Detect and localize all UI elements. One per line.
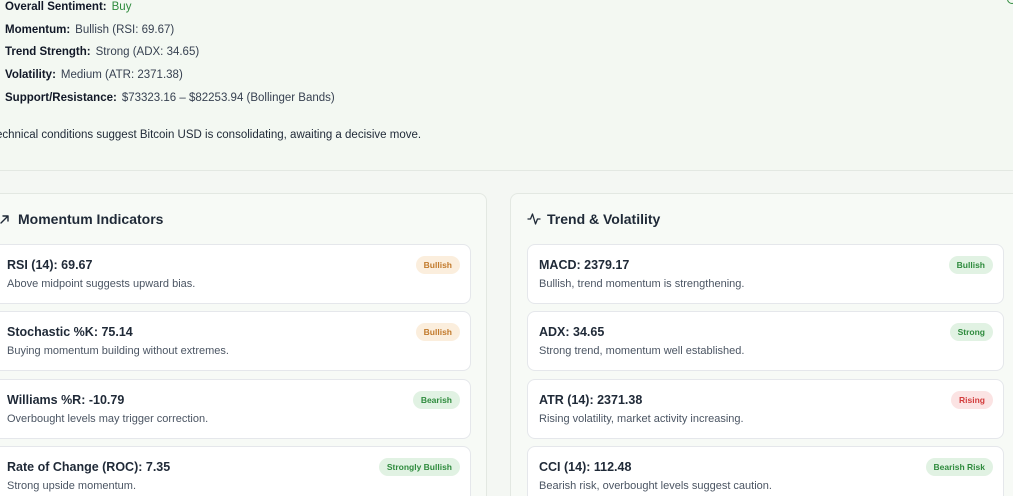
trend-strength-value: Strong (ADX: 34.65) [95, 46, 200, 58]
indicator-title: MACD: 2379.17 [539, 258, 630, 272]
indicator-card-adx: ADX: 34.65 Strong trend, momentum well e… [527, 311, 1004, 371]
indicator-description: Buying momentum building without extreme… [7, 345, 229, 357]
indicator-title: ATR (14): 2371.38 [539, 393, 643, 407]
momentum-label: Momentum: [5, 24, 71, 36]
indicator-card-macd: MACD: 2379.17 Bullish, trend momentum is… [527, 244, 1004, 304]
indicator-title: Rate of Change (ROC): 7.35 [7, 460, 171, 474]
support-resistance-value: $73323.16 – $82253.94 (Bollinger Bands) [121, 92, 335, 104]
status-badge: Strong [949, 323, 993, 341]
summary-conclusion: echnical conditions suggest Bitcoin USD … [0, 129, 422, 141]
section-divider [0, 170, 1013, 171]
momentum-row: Momentum: Bullish (RSI: 69.67) [5, 23, 174, 37]
status-badge: Bearish [412, 391, 460, 409]
indicator-card-rsi: RSI (14): 69.67 Above midpoint suggests … [0, 244, 471, 304]
momentum-indicators-panel: Momentum Indicators RSI (14): 69.67 Abov… [0, 193, 487, 496]
status-badge: Bearish Risk [925, 458, 993, 476]
support-resistance-label: Support/Resistance: [5, 92, 117, 104]
support-resistance-row: Support/Resistance: $73323.16 – $82253.94… [5, 91, 335, 105]
status-badge: Bullish [415, 256, 460, 274]
status-badge: Rising [951, 391, 993, 409]
volatility-label: Volatility: [5, 69, 56, 81]
overall-sentiment-value: Buy [111, 1, 132, 13]
trend-strength-label: Trend Strength: [5, 46, 91, 58]
indicator-title: CCI (14): 112.48 [539, 460, 632, 474]
volatility-value: Medium (ATR: 2371.38) [60, 69, 183, 81]
trend-panel-header: Trend & Volatility [527, 211, 660, 227]
indicator-title: ADX: 34.65 [539, 325, 605, 339]
analysis-summary: Overall Sentiment: Buy Momentum: Bullish (… [0, 0, 1013, 171]
indicator-title: RSI (14): 69.67 [7, 258, 93, 272]
indicator-description: Strong trend, momentum well established. [539, 345, 745, 357]
momentum-value: Bullish (RSI: 69.67) [75, 24, 175, 36]
trend-arrow-icon [0, 212, 12, 226]
momentum-panel-title: Momentum Indicators [18, 211, 164, 227]
indicator-title: Stochastic %K: 75.14 [7, 325, 133, 339]
corner-status-dot [1007, 0, 1013, 4]
indicator-description: Strong upside momentum. [7, 480, 137, 492]
indicator-card-roc: Rate of Change (ROC): 7.35 Strong upside… [0, 446, 471, 496]
volatility-row: Volatility: Medium (ATR: 2371.38) [5, 68, 183, 82]
status-badge: Bullish [948, 256, 993, 274]
indicator-description: Overbought levels may trigger correction… [7, 413, 209, 425]
status-badge: Bullish [415, 323, 460, 341]
trend-volatility-panel: Trend & Volatility MACD: 2379.17 Bullish… [510, 193, 1013, 496]
overall-sentiment-label: Overall Sentiment: [5, 1, 107, 13]
indicator-card-williams: Williams %R: -10.79 Overbought levels ma… [0, 379, 471, 439]
indicator-description: Rising volatility, market activity incre… [539, 413, 744, 425]
indicator-description: Bearish risk, overbought levels suggest … [539, 480, 772, 492]
indicator-title: Williams %R: -10.79 [7, 393, 125, 407]
overall-sentiment-row: Overall Sentiment: Buy [5, 0, 131, 14]
indicator-description: Bullish, trend momentum is strengthening… [539, 278, 745, 290]
trend-strength-row: Trend Strength: Strong (ADX: 34.65) [5, 45, 199, 59]
status-badge: Strongly Bullish [378, 458, 460, 476]
trend-panel-title: Trend & Volatility [547, 211, 661, 227]
indicator-card-atr: ATR (14): 2371.38 Rising volatility, mar… [527, 379, 1004, 439]
activity-pulse-icon [527, 212, 541, 226]
momentum-panel-header: Momentum Indicators [0, 211, 163, 227]
indicator-card-stochastic: Stochastic %K: 75.14 Buying momentum bui… [0, 311, 471, 371]
indicator-card-cci: CCI (14): 112.48 Bearish risk, overbough… [527, 446, 1004, 496]
indicator-description: Above midpoint suggests upward bias. [7, 278, 196, 290]
